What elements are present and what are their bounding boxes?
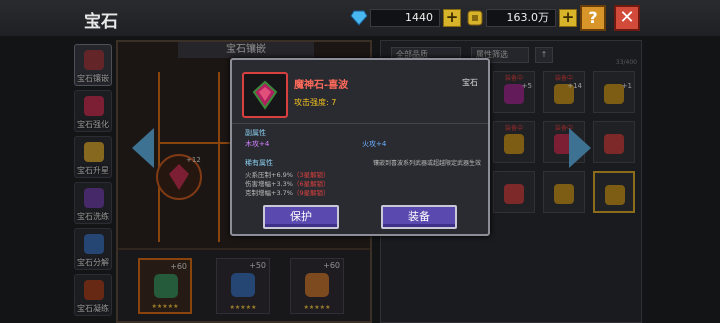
close-button[interactable]: ✕ (614, 5, 640, 31)
gem-name: 魔神石-喜波 (294, 80, 349, 91)
help-button[interactable]: ? (580, 5, 606, 31)
sub-attr-fire: 火攻+4 (362, 140, 387, 148)
gem-type: 宝石 (462, 78, 478, 87)
rare-attr-lock: （9星解锁） (292, 189, 330, 197)
demon-gem-icon (252, 80, 278, 110)
protect-button[interactable]: 保护 (263, 205, 339, 229)
diamond-icon (350, 10, 368, 26)
top-bar: 宝石 1440 + 163.0万 + ? ✕ (0, 0, 720, 36)
gem-attack: 攻击强度: 7 (294, 98, 337, 107)
divider (232, 123, 488, 124)
equip-button[interactable]: 装备 (381, 205, 457, 229)
gem-icon-frame (242, 72, 288, 118)
gold-value: 163.0万 (486, 9, 556, 27)
rare-attr: 克制增幅+3.7%（9星解锁） (245, 187, 330, 197)
diamond-counter: 1440 + (350, 8, 461, 28)
rare-attr-note: 镶嵌到喜波系列武器或超越限定武器生效 (372, 160, 481, 167)
rare-attr-title: 稀有属性 (245, 159, 273, 167)
gold-coin-icon (467, 10, 483, 26)
sub-attr-wood: 木攻+4 (245, 140, 270, 148)
gem-detail-popup: 魔神石-喜波 宝石 攻击强度: 7 副属性 木攻+4 火攻+4 稀有属性 镶嵌到… (230, 58, 490, 236)
add-diamonds-button[interactable]: + (443, 9, 461, 27)
gold-counter: 163.0万 + (466, 8, 577, 28)
add-gold-button[interactable]: + (559, 9, 577, 27)
page-title: 宝石 (84, 12, 118, 32)
sub-attr-title: 副属性 (245, 129, 266, 137)
rare-attr-text: 克制增幅+3.7% (245, 189, 293, 197)
diamond-value: 1440 (370, 9, 440, 27)
